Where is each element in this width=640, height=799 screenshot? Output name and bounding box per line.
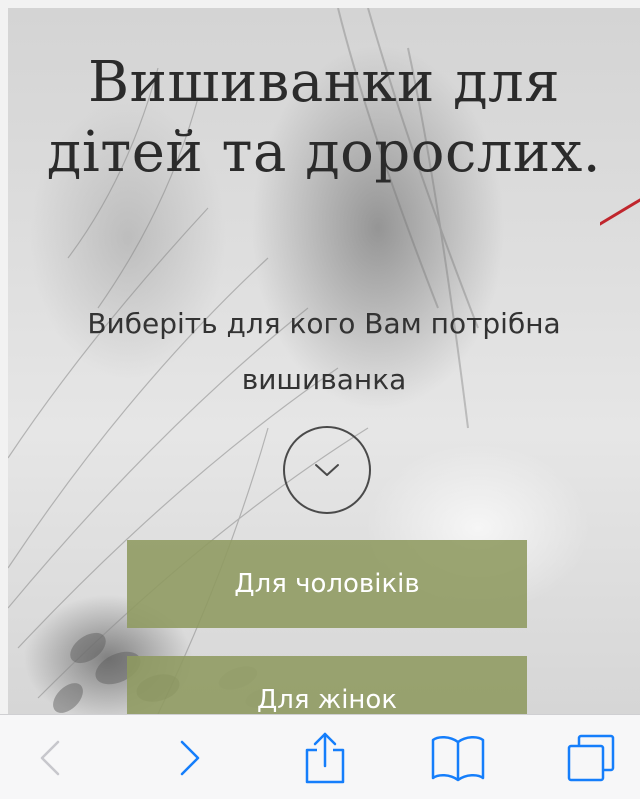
share-button[interactable]: [285, 715, 365, 799]
title-line-1: Вишиванки для: [87, 50, 561, 115]
red-annotation-stroke: [600, 198, 640, 226]
tabs-icon: [567, 734, 615, 781]
browser-toolbar: [0, 714, 640, 799]
tabs-button[interactable]: [551, 715, 631, 799]
forward-arrow-icon: [180, 740, 200, 775]
page-title: Вишиванки для дітей та дорослих.: [8, 48, 640, 188]
bookmarks-button[interactable]: [418, 715, 498, 799]
forward-button[interactable]: [150, 715, 230, 799]
men-category-label: Для чоловіків: [234, 569, 420, 599]
chevron-down-icon: [315, 464, 339, 476]
women-category-label: Для жінок: [256, 685, 398, 714]
share-icon: [305, 732, 345, 783]
browser-viewport: Вишиванки для дітей та дорослих. Виберіт…: [0, 0, 640, 799]
men-category-button[interactable]: Для чоловіків: [127, 540, 527, 628]
bookmarks-icon: [431, 735, 485, 781]
women-category-button[interactable]: Для жінок: [127, 656, 527, 714]
hero-subtitle: Виберіть для кого Вам потрібна вишиванка: [87, 307, 561, 396]
back-button[interactable]: [10, 715, 90, 799]
back-arrow-icon: [40, 740, 60, 775]
title-line-2: дітей та дорослих.: [46, 120, 602, 185]
hero-section: Вишиванки для дітей та дорослих. Виберіт…: [8, 8, 640, 714]
scroll-down-button[interactable]: [283, 426, 371, 514]
